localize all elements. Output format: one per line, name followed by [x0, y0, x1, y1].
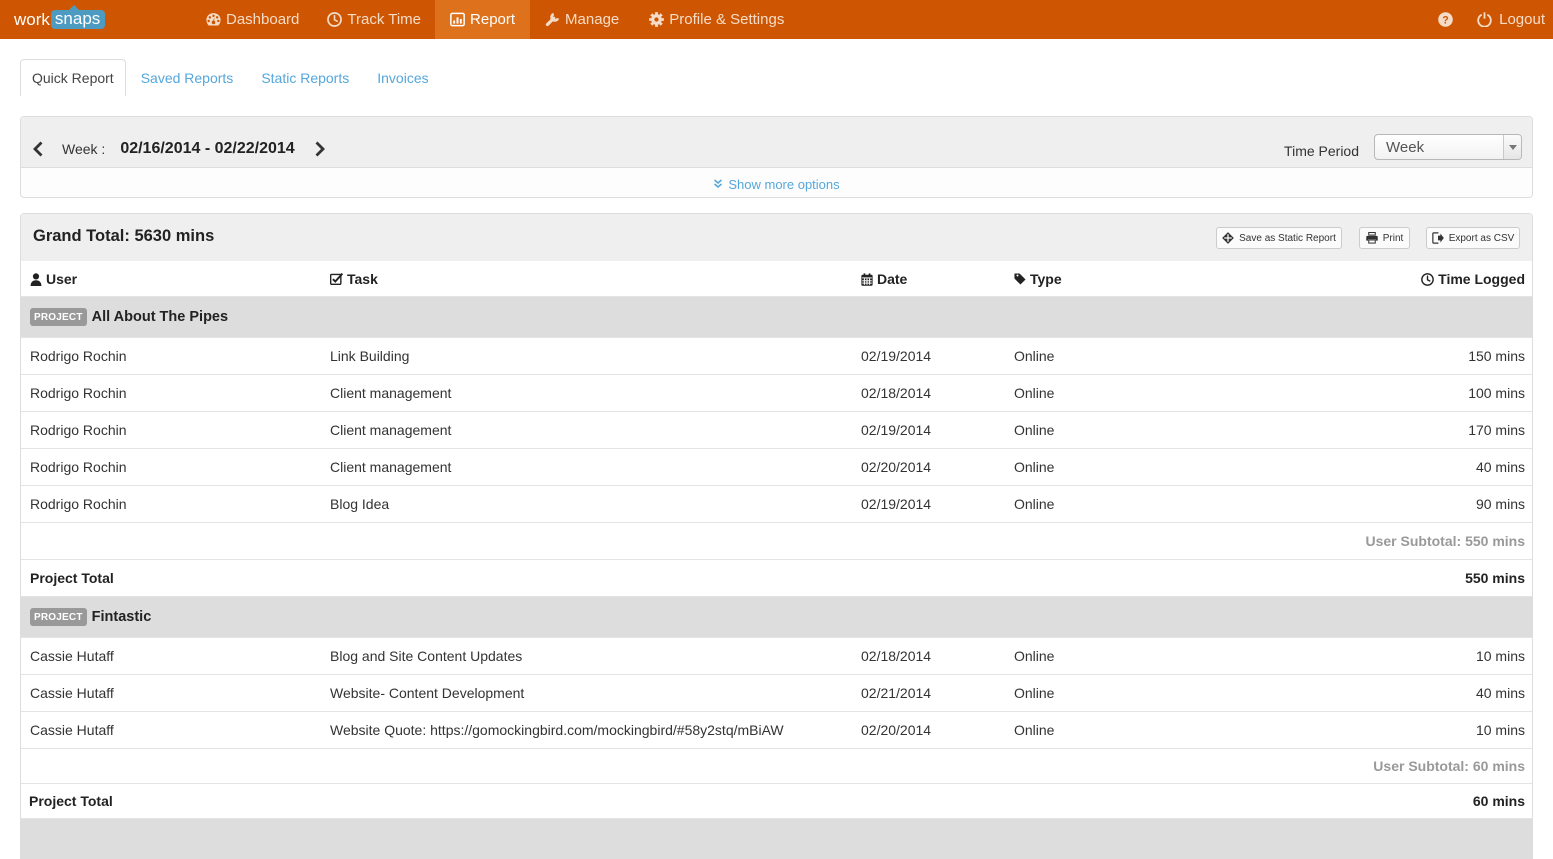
svg-text:?: ?	[1442, 14, 1449, 26]
